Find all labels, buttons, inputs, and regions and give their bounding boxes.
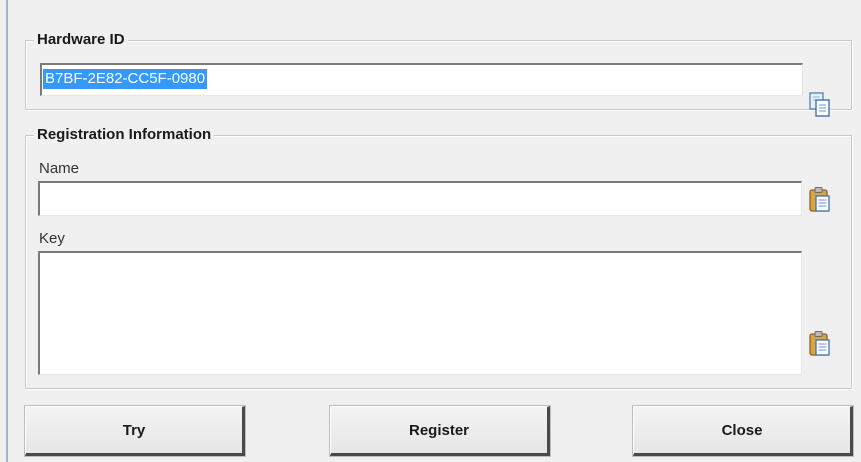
key-textarea[interactable] (38, 251, 802, 375)
registration-info-group: Registration Information Name Key (25, 126, 852, 389)
try-button[interactable]: Try (25, 406, 245, 456)
hardware-id-value[interactable]: B7BF-2E82-CC5F-0980 (43, 69, 208, 89)
copy-icon[interactable] (807, 91, 833, 119)
hardware-id-legend: Hardware ID (34, 31, 128, 49)
hardware-id-field[interactable]: B7BF-2E82-CC5F-0980 (40, 63, 803, 96)
paste-key-icon[interactable] (807, 330, 833, 358)
key-label: Key (39, 230, 65, 247)
window-left-edge (6, 0, 8, 462)
name-input[interactable] (38, 181, 802, 216)
name-label: Name (39, 160, 80, 177)
paste-name-icon[interactable] (807, 186, 833, 214)
hardware-id-group: Hardware ID B7BF-2E82-CC5F-0980 (25, 31, 852, 110)
close-button[interactable]: Close (633, 406, 853, 456)
registration-info-legend: Registration Information (34, 126, 215, 144)
register-button[interactable]: Register (330, 406, 550, 456)
